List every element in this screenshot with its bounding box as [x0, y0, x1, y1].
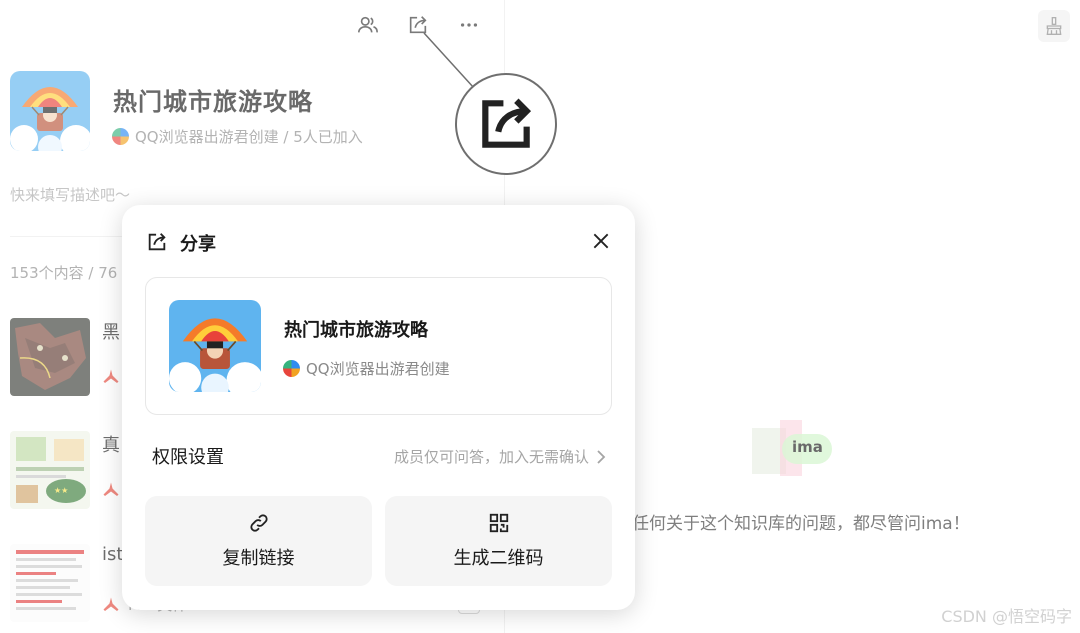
close-icon — [593, 233, 609, 249]
card-title: 热门城市旅游攻略 — [284, 320, 428, 341]
share-preview-card: 热门城市旅游攻略 QQ浏览器出游君创建 — [145, 277, 612, 415]
chevron-right-icon — [597, 449, 606, 464]
generate-qrcode-button[interactable]: 生成二维码 — [385, 496, 612, 586]
card-creator-meta: QQ浏览器出游君创建 — [283, 358, 450, 379]
close-button[interactable] — [589, 229, 613, 253]
copy-link-label: 复制链接 — [222, 548, 295, 569]
kb-cover-image — [169, 300, 261, 392]
qrcode-label: 生成二维码 — [453, 548, 544, 569]
permission-label: 权限设置 — [152, 447, 224, 468]
link-icon — [249, 514, 268, 532]
qrcode-icon — [489, 513, 508, 533]
dialog-title: 分享 — [180, 234, 216, 255]
browser-logo-icon — [283, 360, 300, 377]
permission-value-text: 成员仅可问答，加入无需确认 — [393, 448, 589, 466]
share-icon — [146, 231, 168, 253]
share-dialog: 分享 热门城市旅游攻略 QQ浏览器出游君创建 权限设置 成员仅可问答，加入无需确… — [122, 205, 635, 610]
copy-link-button[interactable]: 复制链接 — [145, 496, 372, 586]
share-icon — [482, 98, 532, 148]
page: 热门城市旅游攻略 QQ浏览器出游君创建 / 5人已加入 快来填写描述吧～ 153… — [0, 0, 1080, 633]
permission-value: 成员仅可问答，加入无需确认 — [394, 446, 607, 467]
share-icon-magnifier — [455, 73, 557, 175]
permission-settings-row[interactable]: 权限设置 成员仅可问答，加入无需确认 — [152, 443, 607, 469]
card-creator-text: QQ浏览器出游君创建 — [306, 360, 450, 378]
